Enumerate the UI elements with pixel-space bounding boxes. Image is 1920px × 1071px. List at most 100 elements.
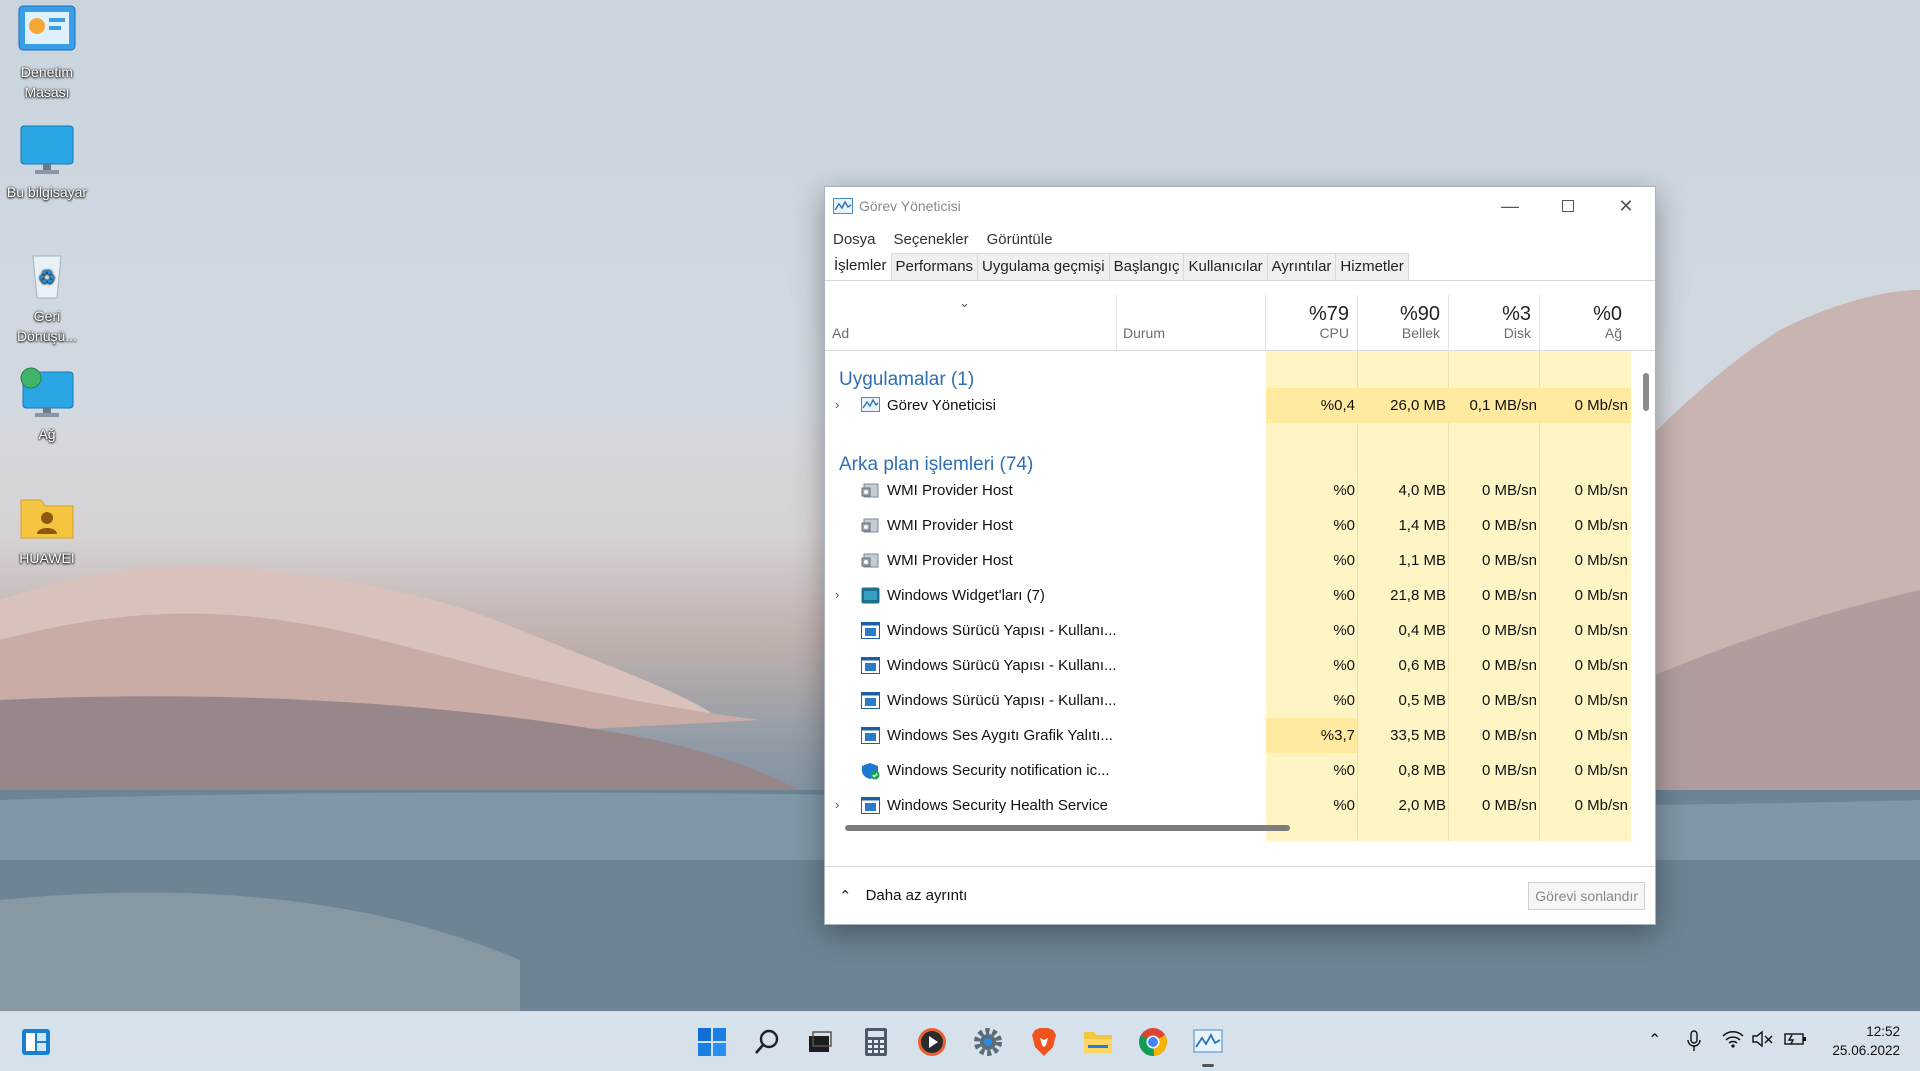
user-folder-icon [17,490,77,544]
widgets-icon [22,1029,50,1055]
file-explorer-button[interactable] [1082,1026,1114,1058]
table-row[interactable]: Windows Security notification ic... %0 0,8… [825,753,1634,788]
memory-total: %90 [1399,303,1440,325]
column-memory[interactable]: %90 Bellek [1357,281,1448,351]
process-disk: 0 MB/sn [1481,587,1537,604]
chrome-button[interactable] [1137,1026,1169,1058]
tab-services[interactable]: Hizmetler [1335,253,1409,280]
desktop-icon-label: Masası [24,84,70,100]
expand-chevron-icon[interactable]: › [835,397,839,412]
task-manager-icon [833,198,853,214]
start-button[interactable] [696,1026,728,1058]
task-view-icon [809,1031,832,1052]
vertical-scrollbar[interactable] [1643,373,1649,411]
column-status[interactable]: Durum [1116,281,1265,351]
table-row[interactable]: › Görev Yöneticisi %0,4 26,0 MB 0,1 MB/sn 0 M… [825,388,1634,423]
settings-icon [974,1028,1002,1056]
process-name: Windows Security notification ic... [887,762,1110,779]
desktop-icon-control-panel[interactable]: Denetim Masası [0,4,94,102]
desktop-icon-label: Geri [33,308,61,324]
expand-chevron-icon[interactable]: › [835,797,839,812]
settings-button[interactable] [972,1026,1004,1058]
process-memory: 0,6 MB [1398,657,1446,674]
wifi-button[interactable] [1722,1030,1744,1053]
process-cpu: %0 [1333,622,1355,639]
network-label: Ağ [1604,325,1622,341]
task-manager-taskbar-button[interactable] [1192,1026,1224,1058]
group-background: Arka plan işlemleri (74) [839,454,1034,475]
process-memory: 0,5 MB [1398,692,1446,709]
desktop-icon-this-pc[interactable]: Bu bilgisayar [0,124,94,202]
clock-date: 25.06.2022 [1832,1043,1900,1058]
menu-bar: Dosya Seçenekler Görüntüle [825,225,1655,253]
menu-options[interactable]: Seçenekler [894,231,969,248]
table-row[interactable]: WMI Provider Host %0 4,0 MB 0 MB/sn 0 Mb/sn [825,473,1634,508]
desktop-icon-huawei[interactable]: HUAWEI [0,490,94,568]
process-cpu: %0 [1333,517,1355,534]
process-network: 0 Mb/sn [1574,727,1628,744]
close-button[interactable]: ✕ [1597,187,1655,225]
network-icon [17,366,77,420]
process-network: 0 Mb/sn [1574,397,1628,414]
maximize-button[interactable] [1539,187,1597,225]
desktop-icon-recycle-bin[interactable]: ♻ Geri Dönüşü... [0,248,94,346]
volume-button[interactable] [1752,1030,1774,1053]
widgets-button[interactable] [20,1026,52,1058]
battery-charging-icon [1784,1033,1806,1045]
process-memory: 0,8 MB [1398,762,1446,779]
process-memory: 33,5 MB [1390,727,1446,744]
menu-view[interactable]: Görüntüle [987,231,1053,248]
maximize-icon [1562,200,1574,212]
tab-users[interactable]: Kullanıcılar [1183,253,1268,280]
process-cpu: %3,7 [1320,727,1355,744]
end-task-button[interactable]: Görevi sonlandır [1528,882,1645,910]
clock[interactable]: 12:52 25.06.2022 [1832,1022,1900,1060]
footer: ⌃ Daha az ayrıntı Görevi sonlandır [825,866,1655,924]
process-disk: 0 MB/sn [1481,482,1537,499]
network-total: %0 [1593,303,1622,325]
table-row[interactable]: WMI Provider Host %0 1,4 MB 0 MB/sn 0 Mb/sn [825,508,1634,543]
table-row[interactable]: › Windows Security Health Service %0 2,0 MB… [825,788,1634,823]
table-row[interactable]: WMI Provider Host %0 1,1 MB 0 MB/sn 0 Mb/sn [825,543,1634,578]
column-network[interactable]: %0 Ağ [1539,281,1630,351]
fewer-details-button[interactable]: ⌃ Daha az ayrıntı [839,887,967,905]
microphone-button[interactable] [1686,1030,1702,1057]
task-view-button[interactable] [804,1026,836,1058]
process-cpu: %0 [1333,762,1355,779]
file-explorer-icon [1084,1032,1112,1053]
horizontal-scrollbar[interactable] [845,825,1290,831]
table-row[interactable]: Windows Sürücü Yapısı - Kullanı... %0 0,6 … [825,648,1634,683]
desktop-icon-label: HUAWEI [19,550,75,566]
calculator-button[interactable] [860,1026,892,1058]
media-player-button[interactable] [916,1026,948,1058]
table-row[interactable]: Windows Sürücü Yapısı - Kullanı... %0 0,5 … [825,683,1634,718]
tab-app-history[interactable]: Uygulama geçmişi [977,253,1110,280]
minimize-button[interactable]: — [1481,187,1539,225]
brave-button[interactable] [1028,1026,1060,1058]
wmi-icon [861,517,880,534]
app-window-icon [861,692,880,709]
column-name[interactable]: Ad [825,281,1115,351]
process-memory: 1,4 MB [1398,517,1446,534]
cpu-label: CPU [1319,325,1349,341]
menu-file[interactable]: Dosya [833,231,876,248]
desktop-icon-network[interactable]: Ağ [0,366,94,444]
tab-processes[interactable]: İşlemler [829,252,892,280]
app-window-icon [861,657,880,674]
expand-chevron-icon[interactable]: › [835,587,839,602]
process-name: WMI Provider Host [887,517,1013,534]
table-row[interactable]: Windows Ses Aygıtı Grafik Yalıtı... %3,7 3… [825,718,1634,753]
tab-details[interactable]: Ayrıntılar [1266,253,1337,280]
tab-startup[interactable]: Başlangıç [1108,253,1185,280]
title-bar[interactable]: Görev Yöneticisi — ✕ [825,187,1655,225]
chrome-icon [1139,1028,1167,1057]
show-hidden-icons-button[interactable]: ⌃ [1648,1030,1661,1050]
tab-performance[interactable]: Performans [890,253,979,280]
column-disk[interactable]: %3 Disk [1448,281,1539,351]
battery-button[interactable] [1784,1030,1808,1053]
table-row[interactable]: › Windows Widget'ları (7) %0 21,8 MB 0 MB/sn… [825,578,1634,613]
search-button[interactable] [751,1026,783,1058]
table-row[interactable]: Windows Sürücü Yapısı - Kullanı... %0 0,4 … [825,613,1634,648]
process-disk: 0 MB/sn [1481,727,1537,744]
column-cpu[interactable]: %79 CPU [1265,281,1357,351]
